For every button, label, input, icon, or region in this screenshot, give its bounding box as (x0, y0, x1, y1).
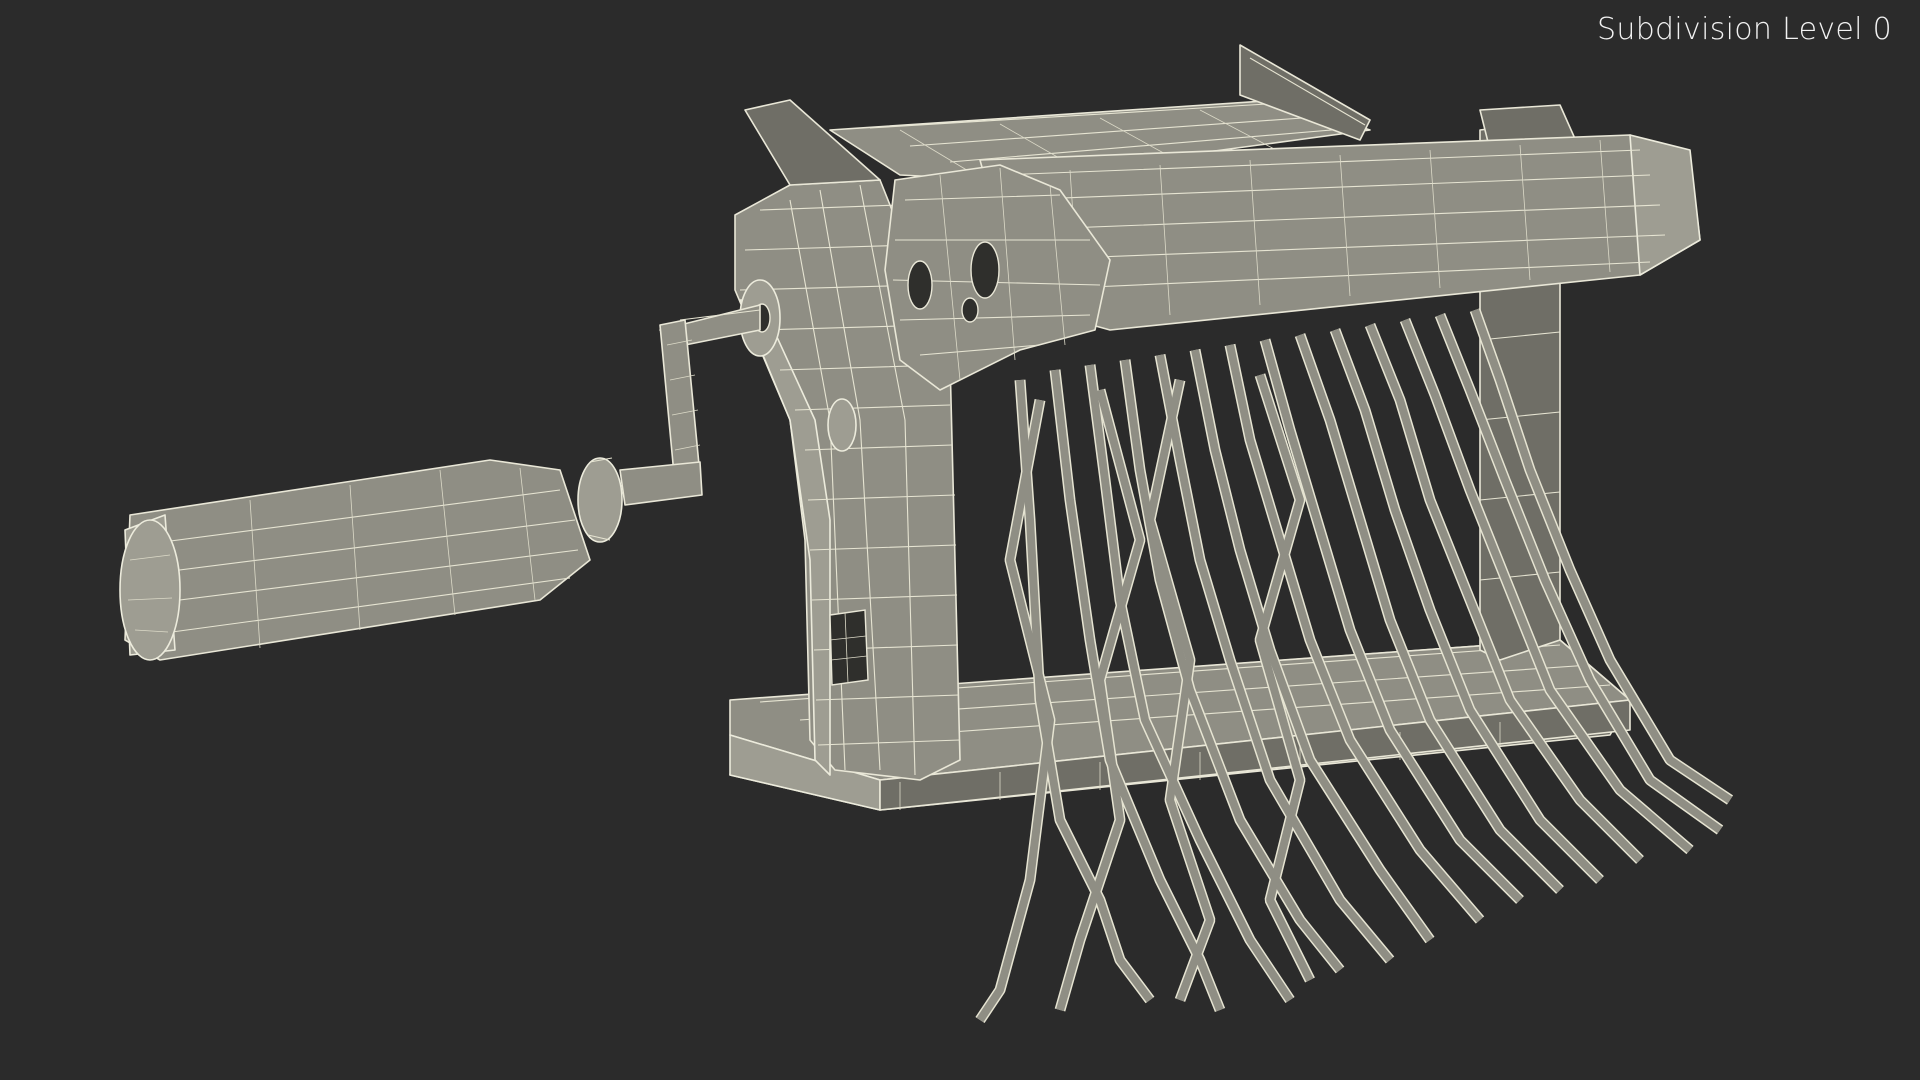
crank-handle (119, 304, 761, 661)
cutter-attachment (884, 134, 1701, 391)
3d-viewport: Subdivision Level 0 (0, 0, 1920, 1080)
pasta-machine-wireframe-render (119, 44, 1734, 1024)
